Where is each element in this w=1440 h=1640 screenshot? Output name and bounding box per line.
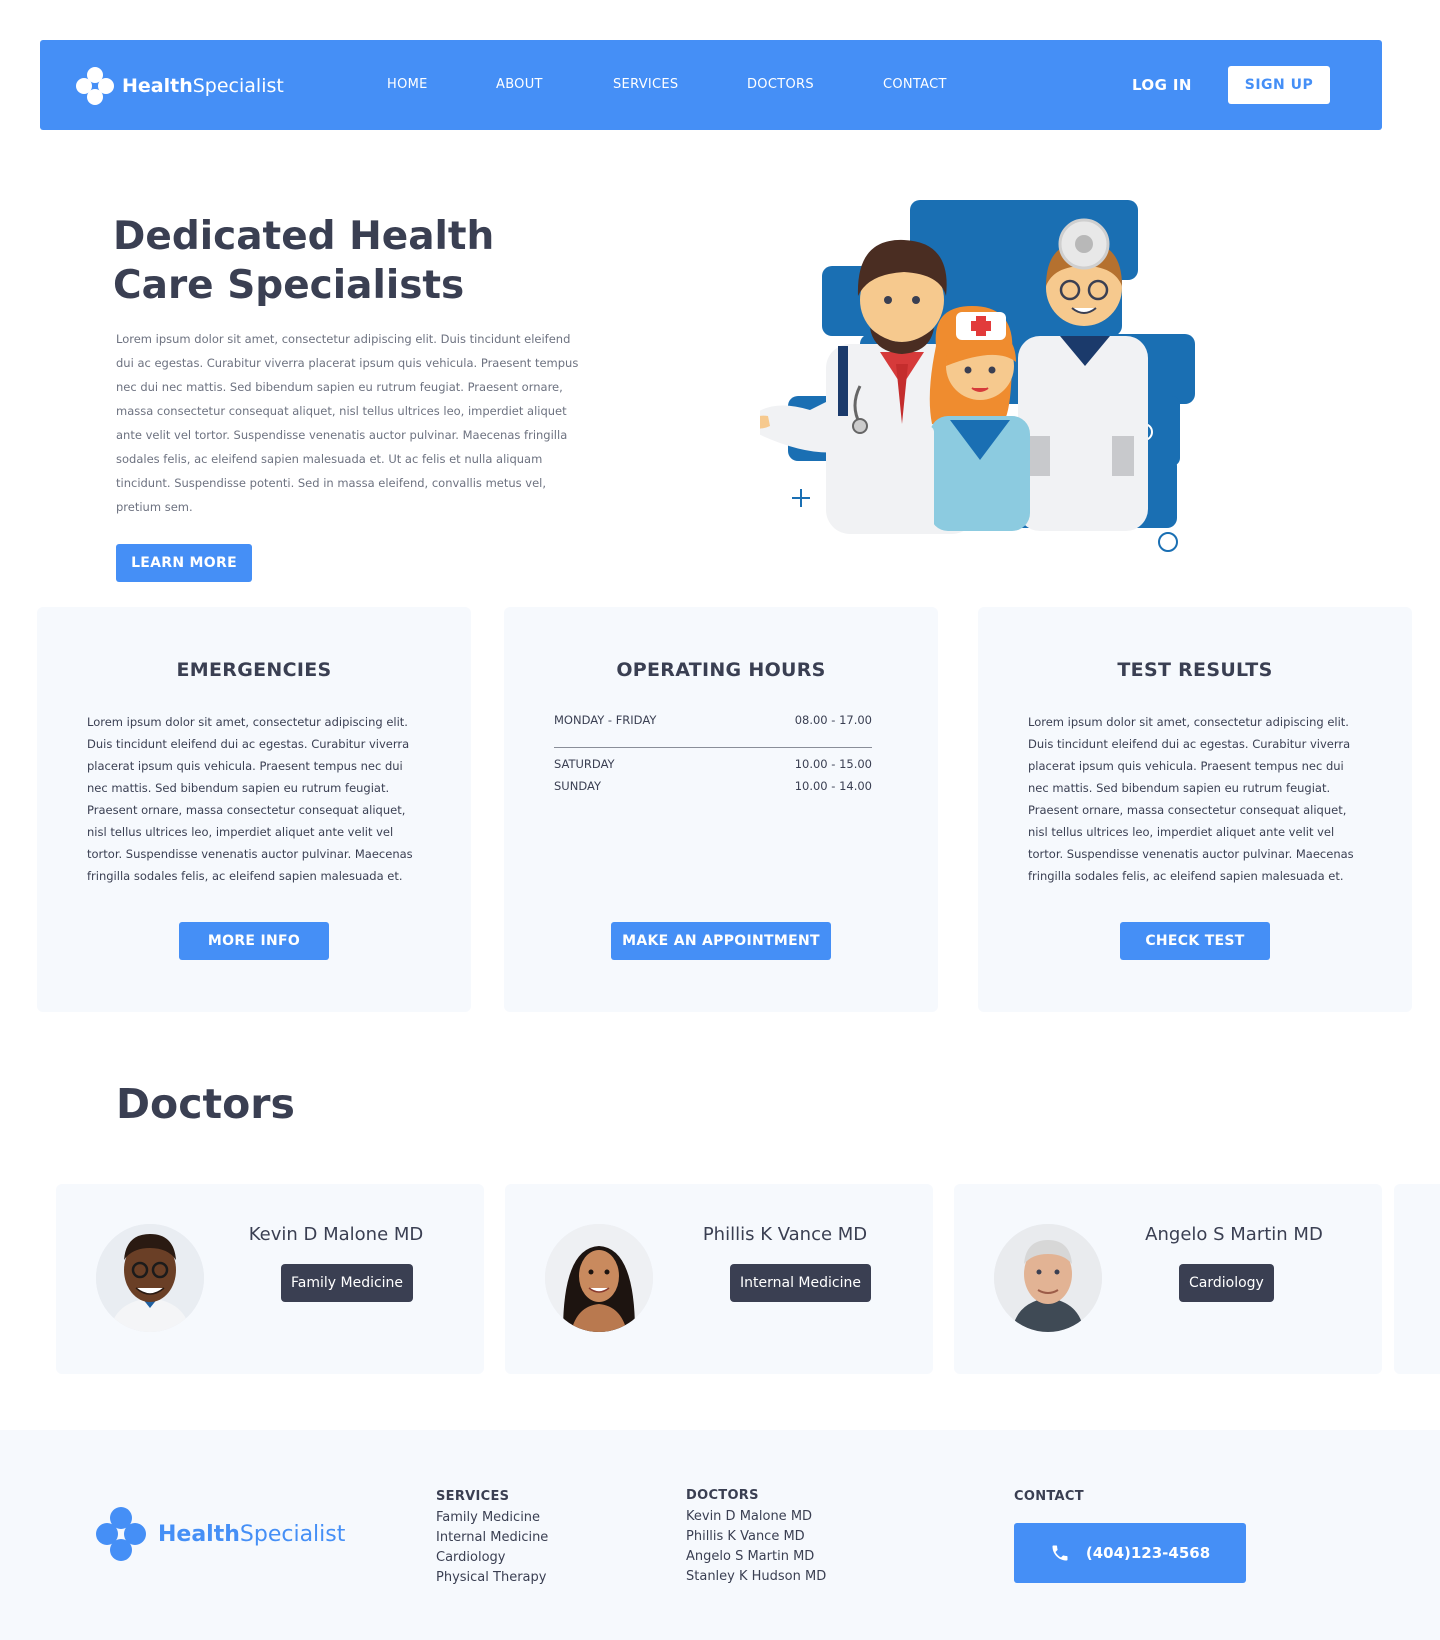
hours-divider bbox=[554, 747, 872, 748]
make-appointment-button[interactable]: MAKE AN APPOINTMENT bbox=[611, 922, 831, 960]
signup-button[interactable]: SIGN UP bbox=[1228, 66, 1330, 104]
specialty-badge[interactable]: Cardiology bbox=[1179, 1264, 1274, 1302]
check-test-button[interactable]: CHECK TEST bbox=[1120, 922, 1270, 960]
footer-doctor-link[interactable]: Kevin D Malone MD bbox=[686, 1507, 826, 1527]
logo-text: HealthSpecialist bbox=[158, 1521, 346, 1547]
nav-contact[interactable]: CONTACT bbox=[883, 77, 947, 92]
specialty-badge[interactable]: Family Medicine bbox=[281, 1264, 414, 1302]
learn-more-button[interactable]: LEARN MORE bbox=[116, 544, 252, 582]
hours-row-sunday: SUNDAY 10.00 - 14.00 bbox=[554, 779, 872, 801]
hours-day: MONDAY - FRIDAY bbox=[554, 713, 657, 727]
hours-row-saturday: SATURDAY 10.00 - 15.00 bbox=[554, 757, 872, 779]
hero-title: Dedicated Health Care Specialists bbox=[113, 214, 495, 308]
doctor-name: Phillis K Vance MD bbox=[702, 1224, 868, 1245]
footer-doctor-link[interactable]: Phillis K Vance MD bbox=[686, 1527, 826, 1547]
footer-service-link[interactable]: Cardiology bbox=[436, 1548, 548, 1568]
phone-button[interactable]: (404)123-4568 bbox=[1014, 1523, 1246, 1583]
hours-day: SATURDAY bbox=[554, 757, 615, 771]
logo-mark-icon bbox=[76, 67, 114, 105]
hours-time: 10.00 - 15.00 bbox=[794, 757, 872, 771]
navbar: HealthSpecialist HOME ABOUT SERVICES DOC… bbox=[40, 40, 1382, 130]
doctors-illustration bbox=[760, 200, 1195, 552]
emergencies-card: EMERGENCIES Lorem ipsum dolor sit amet, … bbox=[37, 607, 471, 1012]
specialty-badge[interactable]: Internal Medicine bbox=[730, 1264, 871, 1302]
logo-text: HealthSpecialist bbox=[122, 75, 284, 97]
doctor-card[interactable]: Phillis K Vance MD Internal Medicine bbox=[505, 1184, 933, 1374]
doctor-card[interactable]: Kevin D Malone MD Family Medicine bbox=[56, 1184, 484, 1374]
emergencies-title: EMERGENCIES bbox=[176, 659, 332, 681]
phone-number: (404)123-4568 bbox=[1085, 1544, 1211, 1562]
avatar bbox=[994, 1224, 1102, 1332]
test-results-text: Lorem ipsum dolor sit amet, consectetur … bbox=[1028, 715, 1354, 883]
footer-services: SERVICES Family Medicine Internal Medici… bbox=[436, 1489, 548, 1588]
avatar bbox=[96, 1224, 204, 1332]
operating-hours-card: OPERATING HOURS MONDAY - FRIDAY 08.00 - … bbox=[504, 607, 938, 1012]
doctor-card[interactable]: Angelo S Martin MD Cardiology bbox=[954, 1184, 1382, 1374]
nav-about[interactable]: ABOUT bbox=[496, 77, 543, 92]
nav-doctors[interactable]: DOCTORS bbox=[747, 77, 814, 92]
doctors-section-title: Doctors bbox=[116, 1080, 295, 1128]
footer-contact-heading: CONTACT bbox=[1014, 1489, 1084, 1504]
footer-doctor-link[interactable]: Stanley K Hudson MD bbox=[686, 1567, 826, 1587]
phone-icon bbox=[1052, 1545, 1068, 1561]
footer-contact: CONTACT bbox=[1014, 1489, 1084, 1508]
logo-mark-icon bbox=[96, 1507, 146, 1561]
footer-doctors: DOCTORS Kevin D Malone MD Phillis K Vanc… bbox=[686, 1488, 826, 1587]
nav-services[interactable]: SERVICES bbox=[613, 77, 678, 92]
test-results-card: TEST RESULTS Lorem ipsum dolor sit amet,… bbox=[978, 607, 1412, 1012]
login-link[interactable]: LOG IN bbox=[1132, 76, 1192, 94]
hours-day: SUNDAY bbox=[554, 779, 601, 793]
hours-time: 08.00 - 17.00 bbox=[794, 713, 872, 727]
footer-service-link[interactable]: Internal Medicine bbox=[436, 1528, 548, 1548]
header-logo[interactable]: HealthSpecialist bbox=[76, 67, 284, 105]
hours-row-weekdays: MONDAY - FRIDAY 08.00 - 17.00 bbox=[554, 713, 872, 735]
operating-hours-title: OPERATING HOURS bbox=[616, 659, 826, 681]
footer-service-link[interactable]: Physical Therapy bbox=[436, 1568, 548, 1588]
doctor-name: Kevin D Malone MD bbox=[248, 1224, 424, 1245]
doctor-card-partial[interactable] bbox=[1394, 1184, 1440, 1374]
nav-home[interactable]: HOME bbox=[387, 77, 428, 92]
hours-time: 10.00 - 14.00 bbox=[794, 779, 872, 793]
more-info-button[interactable]: MORE INFO bbox=[179, 922, 329, 960]
footer-services-heading: SERVICES bbox=[436, 1489, 510, 1504]
footer-doctors-heading: DOCTORS bbox=[686, 1488, 759, 1503]
footer-doctor-link[interactable]: Angelo S Martin MD bbox=[686, 1547, 826, 1567]
footer-service-link[interactable]: Family Medicine bbox=[436, 1508, 548, 1528]
emergencies-text: Lorem ipsum dolor sit amet, consectetur … bbox=[87, 715, 413, 883]
hero-text: Lorem ipsum dolor sit amet, consectetur … bbox=[116, 332, 579, 514]
footer: HealthSpecialist SERVICES Family Medicin… bbox=[0, 1430, 1440, 1640]
footer-logo[interactable]: HealthSpecialist bbox=[96, 1507, 345, 1561]
test-results-title: TEST RESULTS bbox=[1117, 659, 1273, 681]
avatar bbox=[545, 1224, 653, 1332]
doctor-name: Angelo S Martin MD bbox=[1145, 1224, 1323, 1245]
